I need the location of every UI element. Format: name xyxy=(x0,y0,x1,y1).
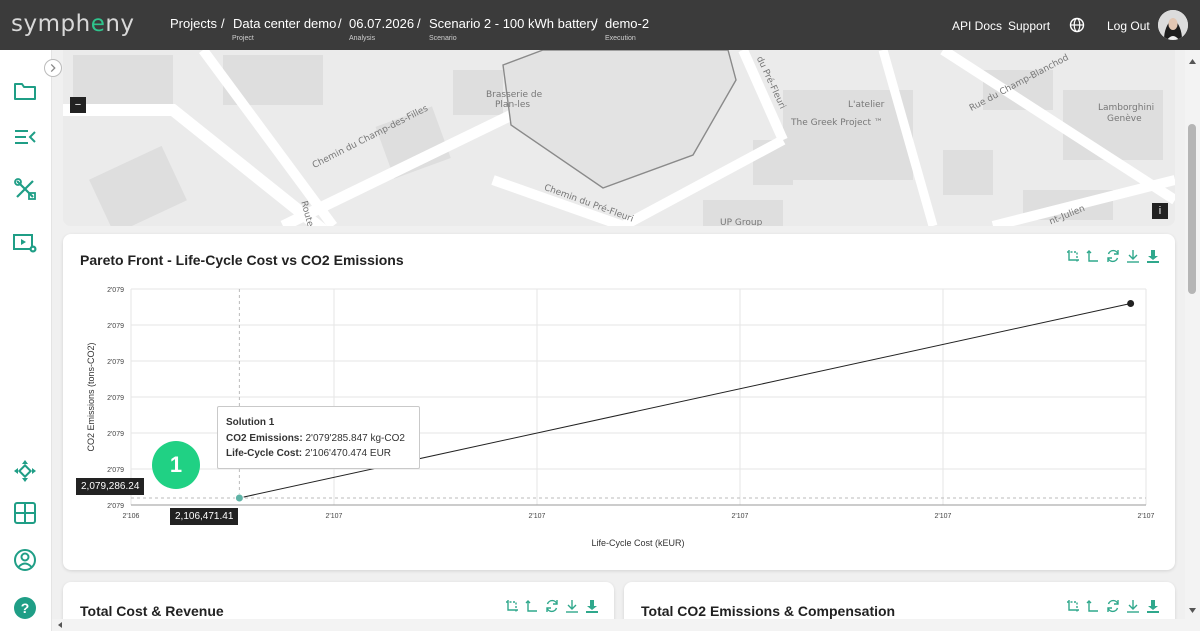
folder-icon[interactable] xyxy=(12,78,38,104)
y-tick-label: 2'079 xyxy=(107,287,124,294)
chart-toolbar xyxy=(504,598,600,614)
download-icon[interactable] xyxy=(1125,598,1141,614)
step-badge: 1 xyxy=(152,441,200,489)
x-tick-label: 2'106 xyxy=(123,513,140,520)
api-docs-link[interactable]: API Docs xyxy=(952,19,1002,33)
pareto-point[interactable] xyxy=(1127,299,1135,307)
y-crosshair-flag: 2,079,286.24 xyxy=(76,478,145,495)
breadcrumb-separator: / xyxy=(594,16,598,31)
tooltip-lcc-label: Life-Cycle Cost: xyxy=(226,448,303,459)
top-bar: sympheny Projects Project / Data center … xyxy=(0,0,1200,50)
x-tick-label: 2'107 xyxy=(1138,513,1155,520)
zoom-back-icon[interactable] xyxy=(524,598,540,614)
sidebar-toggle-button[interactable] xyxy=(44,59,62,77)
x-crosshair-flag: 2,106,471.41 xyxy=(170,508,239,525)
x-tick-label: 2'107 xyxy=(732,513,749,520)
y-tick-label: 2'079 xyxy=(107,467,124,474)
y-axis-label: CO2 Emissions (tons-CO2) xyxy=(86,342,96,451)
scrollbar-thumb[interactable] xyxy=(1188,124,1196,294)
breadcrumb-run[interactable]: demo-2 xyxy=(605,16,649,31)
total-co2-title: Total CO2 Emissions & Compensation xyxy=(641,603,896,619)
vertical-scrollbar[interactable] xyxy=(1185,50,1200,631)
zoom-select-icon[interactable] xyxy=(504,598,520,614)
download-data-icon[interactable] xyxy=(584,598,600,614)
zoom-select-icon[interactable] xyxy=(1065,598,1081,614)
user-circle-icon[interactable] xyxy=(12,547,38,573)
tooltip-co2-value: 2'079'285.847 kg-CO2 xyxy=(305,432,405,444)
sympheny-logo[interactable]: sympheny xyxy=(11,11,135,37)
download-data-icon[interactable] xyxy=(1145,598,1161,614)
y-tick-label: 2'079 xyxy=(107,431,124,438)
x-tick-label: 2'107 xyxy=(529,513,546,520)
download-icon[interactable] xyxy=(1125,248,1141,264)
y-tick-label: 2'079 xyxy=(107,359,124,366)
avatar[interactable] xyxy=(1158,10,1188,40)
help-icon[interactable]: ? xyxy=(12,595,38,621)
pareto-title: Pareto Front - Life-Cycle Cost vs CO2 Em… xyxy=(80,252,404,268)
video-settings-icon[interactable] xyxy=(12,230,38,256)
support-link[interactable]: Support xyxy=(1008,19,1050,33)
zoom-back-icon[interactable] xyxy=(1085,248,1101,264)
map-zoom-out-button[interactable]: − xyxy=(70,97,86,113)
map-info-button[interactable]: i xyxy=(1152,203,1168,219)
zoom-back-icon[interactable] xyxy=(1085,598,1101,614)
download-icon[interactable] xyxy=(564,598,580,614)
y-tick-label: 2'079 xyxy=(107,323,124,330)
tooltip-lcc-value: 2'106'470.474 EUR xyxy=(304,448,392,459)
refresh-icon[interactable] xyxy=(1105,248,1121,264)
map-label: L'atelier xyxy=(848,100,885,110)
scroll-down-icon[interactable] xyxy=(1185,603,1200,618)
map-label: UP Group xyxy=(720,218,763,226)
x-tick-label: 2'107 xyxy=(326,513,343,520)
zoom-select-icon[interactable] xyxy=(1065,248,1081,264)
grid-icon[interactable] xyxy=(12,500,38,526)
x-tick-label: 2'107 xyxy=(935,513,952,520)
download-data-icon[interactable] xyxy=(1145,248,1161,264)
breadcrumb-separator: / xyxy=(417,16,421,31)
breadcrumb-separator: / xyxy=(338,16,342,31)
map-label: Plan-les xyxy=(495,100,531,110)
map-label: Genève xyxy=(1107,114,1142,124)
map-label: The Greek Project ™ xyxy=(791,118,883,128)
tooltip-title: Solution 1 xyxy=(226,417,275,428)
map-label: Brasserie de xyxy=(486,90,543,100)
site-map[interactable]: Brasserie de Plan-les Chemin du Champ-de… xyxy=(63,50,1175,226)
logout-link[interactable]: Log Out xyxy=(1107,19,1150,33)
globe-icon[interactable] xyxy=(1069,17,1085,33)
sidebar: ? xyxy=(0,50,52,631)
refresh-icon[interactable] xyxy=(544,598,560,614)
tools-icon[interactable] xyxy=(12,176,38,202)
chart-tooltip: Solution 1 CO2 Emissions: 2'079'285.847 … xyxy=(217,406,420,469)
map-canvas xyxy=(63,50,1175,226)
pareto-point[interactable] xyxy=(234,493,244,503)
scroll-up-icon[interactable] xyxy=(1185,54,1200,69)
move-icon[interactable] xyxy=(12,458,38,484)
total-cost-title: Total Cost & Revenue xyxy=(80,603,224,619)
refresh-icon[interactable] xyxy=(1105,598,1121,614)
svg-text:?: ? xyxy=(21,600,30,616)
y-tick-label: 2'079 xyxy=(107,395,124,402)
x-axis-label: Life-Cycle Cost (kEUR) xyxy=(591,538,684,548)
breadcrumb-separator: / xyxy=(221,16,225,31)
scroll-left-icon[interactable] xyxy=(54,619,66,631)
list-collapse-icon[interactable] xyxy=(12,124,38,150)
y-tick-label: 2'079 xyxy=(107,503,124,510)
tooltip-co2-label: CO2 Emissions: xyxy=(226,432,303,444)
chart-toolbar xyxy=(1065,598,1161,614)
chart-toolbar xyxy=(1065,248,1161,264)
map-label: Lamborghini xyxy=(1098,103,1155,113)
horizontal-scrollbar[interactable] xyxy=(52,619,1185,631)
